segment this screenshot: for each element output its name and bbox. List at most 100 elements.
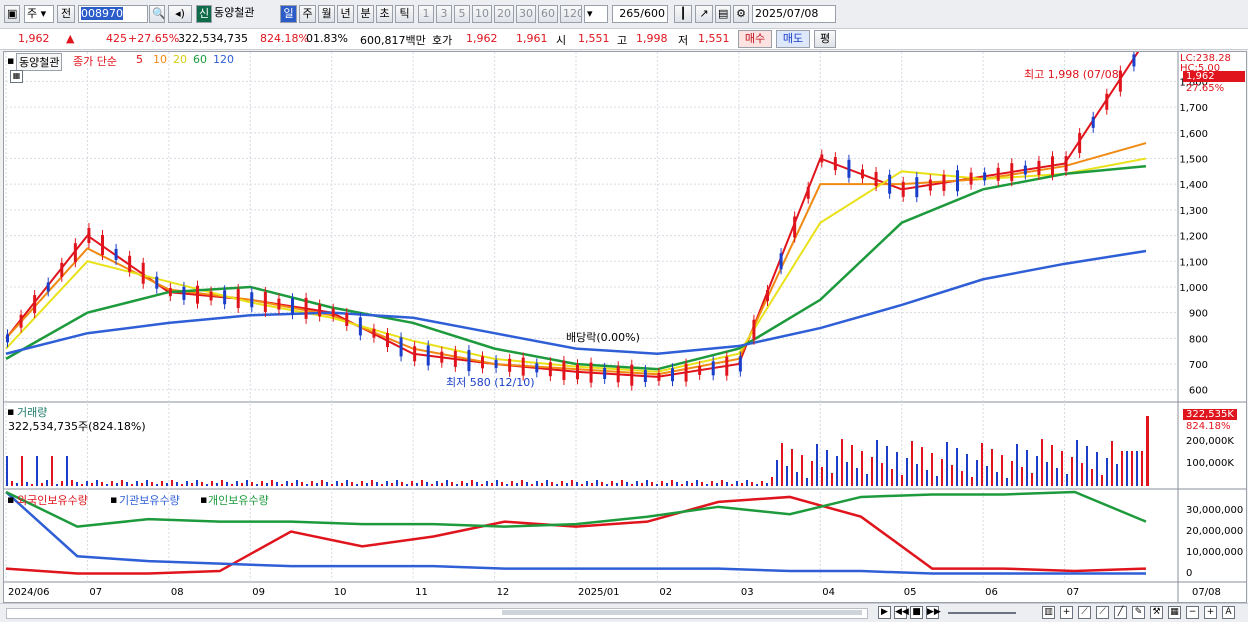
volume-bar: [361, 481, 363, 486]
volume-bar: [981, 443, 983, 486]
save-icon[interactable]: ▤: [715, 5, 731, 23]
volume-bar: [646, 480, 648, 486]
line-icon[interactable]: ╱: [1114, 606, 1127, 619]
zoom-out-icon[interactable]: −: [1186, 606, 1199, 619]
period-minute[interactable]: 분: [357, 5, 374, 23]
volume-bar: [296, 480, 298, 486]
volume-bar: [681, 484, 683, 486]
interval-120[interactable]: 120: [560, 5, 582, 23]
date-input[interactable]: 2025/07/08: [752, 5, 836, 23]
calculator-icon[interactable]: ▦: [10, 70, 23, 83]
trend-icon[interactable]: ⟋: [1078, 606, 1091, 619]
chart-type-icon[interactable]: ▥: [1042, 606, 1055, 619]
layout-icon[interactable]: ▣: [4, 5, 20, 23]
interval-3[interactable]: 3: [436, 5, 452, 23]
zoom-in-icon[interactable]: +: [1204, 606, 1217, 619]
rewind-icon[interactable]: ◀◀: [894, 606, 909, 619]
gear-icon[interactable]: ⚙: [733, 5, 749, 23]
interval-10[interactable]: 10: [472, 5, 492, 23]
volume-bar: [346, 480, 348, 486]
edit-icon[interactable]: ✎: [1132, 606, 1145, 619]
volume-bar: [11, 481, 13, 486]
search-icon[interactable]: 🔍: [149, 5, 165, 23]
scroll-thumb[interactable]: [502, 610, 862, 615]
period-year[interactable]: 년: [337, 5, 354, 23]
interval-20[interactable]: 20: [494, 5, 514, 23]
candle-body: [196, 285, 199, 304]
period-month[interactable]: 월: [318, 5, 335, 23]
volume-bar: [21, 456, 23, 486]
zoom-slider[interactable]: [948, 612, 1016, 614]
tools-icon[interactable]: ⚒: [1150, 606, 1163, 619]
interval-5[interactable]: 5: [454, 5, 470, 23]
volume-bar: [631, 484, 633, 486]
avg-button[interactable]: 평: [814, 30, 836, 48]
holding-tick: 20,000,000: [1186, 526, 1244, 537]
font-size-icon[interactable]: A: [1222, 606, 1235, 619]
stock-code-input[interactable]: 008970: [78, 5, 148, 23]
candle-body: [956, 170, 959, 192]
period-week[interactable]: 주: [299, 5, 316, 23]
ruler-icon[interactable]: ⟋: [1096, 606, 1109, 619]
candle-icon[interactable]: ┃: [674, 5, 692, 23]
count-input[interactable]: 265/600: [612, 5, 668, 23]
candle-body: [19, 314, 23, 328]
volume-bar: [601, 482, 603, 486]
candle-body: [562, 360, 566, 380]
interval-1[interactable]: 1: [418, 5, 434, 23]
interval-60[interactable]: 60: [538, 5, 558, 23]
volume-bar: [401, 482, 403, 486]
volume-bar: [131, 484, 133, 486]
buy-button[interactable]: 매수: [738, 30, 772, 48]
volume-bar: [776, 460, 778, 486]
volume-bar: [991, 449, 993, 486]
volume-bar: [726, 482, 728, 486]
candle-body: [603, 367, 607, 379]
play-icon[interactable]: ▶: [878, 606, 891, 619]
volume-bar: [1136, 451, 1138, 486]
volume-bar: [416, 483, 418, 486]
volume-bar: [846, 462, 848, 486]
volume-tick: 200,000K: [1186, 436, 1234, 447]
chart-area[interactable]: 1,800 1,700 1,600 1,500 1,400 1,300 1,200 1,100…: [3, 51, 1247, 603]
change-value: 425: [106, 32, 127, 45]
volume-bar: [796, 472, 798, 486]
chart-svg[interactable]: 1,8001,7001,6001,5001,4001,3001,2001,100…: [4, 52, 1246, 602]
volume-bar: [736, 481, 738, 486]
volume-bar: [496, 480, 498, 486]
candle-body: [630, 364, 634, 386]
volume-bar: [551, 482, 553, 486]
volume-bar: [476, 482, 478, 486]
interval-dropdown[interactable]: ▾: [584, 5, 608, 23]
x-tick-label: 11: [415, 587, 428, 598]
crosshair-icon[interactable]: +: [1060, 606, 1073, 619]
candle-body: [820, 154, 824, 163]
interval-30[interactable]: 30: [516, 5, 536, 23]
sell-button[interactable]: 매도: [776, 30, 810, 48]
volume-bar: [1081, 463, 1083, 486]
period-day[interactable]: 일: [280, 5, 297, 23]
grid-icon[interactable]: ▦: [1168, 606, 1181, 619]
period-second[interactable]: 초: [376, 5, 393, 23]
candle-body: [236, 289, 240, 309]
x-tick-label: 05: [904, 587, 917, 598]
speaker-icon[interactable]: ◂): [168, 5, 192, 23]
count-value: 265: [619, 7, 641, 20]
prev-button[interactable]: 전: [57, 5, 75, 23]
volume-bar: [106, 484, 108, 486]
volume-bar: [236, 481, 238, 486]
market-select[interactable]: 주 ▾: [24, 5, 54, 23]
candle-body: [915, 177, 919, 198]
forward-icon[interactable]: ▶▶: [926, 606, 941, 619]
volume-bar: [396, 480, 398, 486]
period-tick[interactable]: 틱: [395, 5, 414, 23]
scroll-track[interactable]: [6, 608, 868, 619]
candle-body: [576, 364, 579, 380]
stop-icon[interactable]: ■: [910, 606, 923, 619]
x-tick-label: 09: [252, 587, 265, 598]
volume-bar: [31, 484, 33, 486]
volume-bar: [596, 480, 598, 486]
draw-tool-icon[interactable]: ↗: [695, 5, 713, 23]
volume-bar: [676, 482, 678, 486]
volume-bar: [641, 483, 643, 486]
